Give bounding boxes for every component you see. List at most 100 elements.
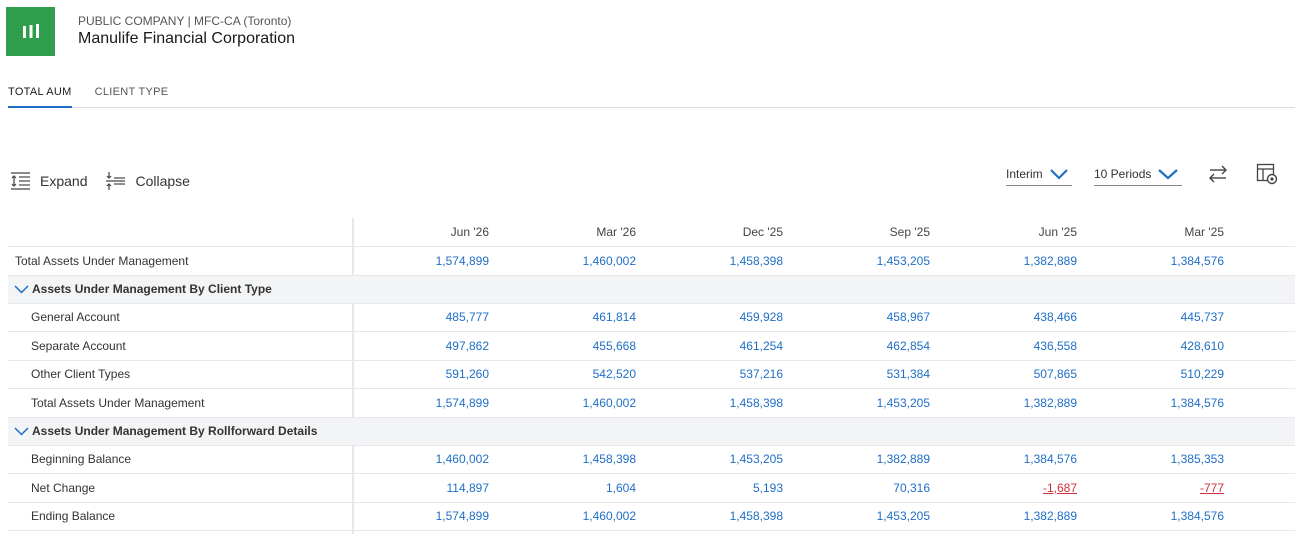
row-label: Ending Balance — [31, 509, 116, 524]
value-cell[interactable]: 1,460,002 — [354, 452, 490, 466]
column-header[interactable]: Dec '25 — [637, 225, 784, 239]
section-label: Assets Under Management By Client Type — [32, 282, 272, 296]
frequency-value: Interim — [1006, 166, 1043, 181]
value-cell[interactable]: 1,460,002 — [490, 254, 637, 268]
value-cell[interactable]: 531,384 — [784, 367, 931, 381]
chevron-down-icon — [1049, 168, 1068, 180]
value-cell[interactable]: 1,604 — [490, 481, 637, 495]
aum-table: Jun '26 Mar '26 Dec '25 Sep '25 Jun '25 … — [8, 218, 1295, 534]
expand-label: Expand — [40, 173, 88, 189]
section-toggle[interactable]: Assets Under Management By Rollforward D… — [8, 424, 354, 438]
section-label: Assets Under Management By Rollforward D… — [32, 424, 318, 438]
table-header-row: Jun '26 Mar '26 Dec '25 Sep '25 Jun '25 … — [8, 218, 1295, 247]
company-header: PUBLIC COMPANY | MFC-CA (Toronto) Manuli… — [6, 6, 295, 56]
swap-axes-button[interactable] — [1206, 162, 1230, 186]
value-cell[interactable]: 1,384,576 — [931, 452, 1078, 466]
company-name: Manulife Financial Corporation — [78, 29, 295, 47]
table-row: Net Change 114,897 1,604 5,193 70,316 -1,687-… — [8, 474, 1295, 503]
frequency-dropdown[interactable]: Interim — [1006, 162, 1072, 186]
section-header-row: Assets Under Management By Rollforward D… — [8, 417, 1295, 446]
value-cell[interactable]: 1,384,576 — [1078, 509, 1225, 523]
value-cell[interactable]: 542,520 — [490, 367, 637, 381]
value-cell[interactable]: 1,574,899 — [354, 254, 490, 268]
row-label: Separate Account — [31, 338, 126, 353]
section-toggle[interactable]: Assets Under Management By Client Type — [8, 282, 354, 296]
value-cell[interactable]: -1,687 — [931, 481, 1078, 495]
value-cell[interactable]: 1,382,889 — [931, 396, 1078, 410]
value-cell[interactable]: 507,865 — [931, 367, 1078, 381]
table-row: Separate Account 497,862 455,668 461,254 462… — [8, 332, 1295, 361]
value-cell[interactable]: 497,862 — [354, 339, 490, 353]
chevron-down-icon — [14, 284, 29, 294]
value-cell[interactable]: 5,193 — [637, 481, 784, 495]
value-cell[interactable]: 1,384,576 — [1078, 254, 1225, 268]
value-cell[interactable]: 1,382,889 — [931, 254, 1078, 268]
periods-value: 10 Periods — [1094, 166, 1152, 181]
column-header[interactable]: Sep '25 — [784, 225, 931, 239]
expand-collapse-toolbar: Expand Collapse — [10, 171, 208, 191]
table-settings-button[interactable] — [1255, 162, 1279, 186]
value-cell[interactable]: 428,610 — [1078, 339, 1225, 353]
table-row: Total Assets Under Management 1,574,899 1,… — [8, 389, 1295, 418]
row-label: Beginning Balance — [31, 452, 132, 467]
value-cell[interactable]: 1,458,398 — [637, 254, 784, 268]
value-cell[interactable]: 1,382,889 — [931, 509, 1078, 523]
row-label: General Account — [31, 310, 120, 325]
value-cell[interactable]: 438,466 — [931, 310, 1078, 324]
value-cell[interactable]: 485,777 — [354, 310, 490, 324]
collapse-icon — [106, 172, 126, 190]
expand-icon — [11, 172, 30, 190]
company-subtitle: PUBLIC COMPANY | MFC-CA (Toronto) — [78, 13, 292, 28]
swap-arrows-icon — [1209, 165, 1227, 183]
value-cell[interactable]: 458,967 — [784, 310, 931, 324]
collapse-label: Collapse — [135, 173, 190, 189]
value-cell[interactable]: 1,574,899 — [354, 396, 490, 410]
collapse-button[interactable]: Collapse — [105, 171, 190, 191]
column-header[interactable]: Mar '25 — [1078, 225, 1225, 239]
value-cell[interactable]: 70,316 — [784, 481, 931, 495]
value-cell[interactable]: 459,928 — [637, 310, 784, 324]
value-cell[interactable]: 537,216 — [637, 367, 784, 381]
value-cell[interactable]: 1,460,002 — [490, 396, 637, 410]
table-row: Total Assets Under Management 1,574,899 1,… — [8, 247, 1295, 276]
value-cell[interactable]: 1,460,002 — [490, 509, 637, 523]
column-header[interactable]: Mar '26 — [490, 225, 637, 239]
value-cell[interactable]: 461,254 — [637, 339, 784, 353]
value-cell[interactable]: 114,897 — [354, 481, 490, 495]
table-row: General Account 485,777 461,814 459,928 458,… — [8, 304, 1295, 332]
chevron-down-icon — [1158, 168, 1179, 179]
value-cell[interactable]: 1,458,398 — [637, 396, 784, 410]
value-cell[interactable]: 1,453,205 — [784, 254, 931, 268]
value-cell[interactable]: 510,229 — [1078, 367, 1225, 381]
column-header[interactable]: Jun '26 — [354, 225, 490, 239]
value-cell[interactable]: 591,260 — [354, 367, 490, 381]
value-cell[interactable]: 1,384,576 — [1078, 396, 1225, 410]
expand-button[interactable]: Expand — [10, 171, 87, 191]
chevron-down-icon — [14, 426, 29, 436]
tab-total-aum[interactable]: TOTAL AUM — [8, 84, 72, 108]
value-cell[interactable]: 455,668 — [490, 339, 637, 353]
tab-client-type[interactable]: CLIENT TYPE — [95, 84, 169, 108]
value-cell[interactable]: 461,814 — [490, 310, 637, 324]
manulife-logo-icon — [6, 6, 55, 56]
value-cell[interactable]: 445,737 — [1078, 310, 1225, 324]
value-cell[interactable]: 1,453,205 — [784, 509, 931, 523]
table-row: Other Client Types 591,260 542,520 537,216 5… — [8, 361, 1295, 389]
value-cell[interactable]: 1,458,398 — [637, 509, 784, 523]
value-cell[interactable]: 1,382,889 — [784, 452, 931, 466]
table-settings-icon — [1256, 163, 1278, 185]
value-cell[interactable]: 1,453,205 — [637, 452, 784, 466]
value-cell[interactable]: 1,453,205 — [784, 396, 931, 410]
table-row: Ending Balance 1,574,899 1,460,002 1,458,39… — [8, 503, 1295, 531]
value-cell[interactable]: 1,385,353 — [1078, 452, 1225, 466]
value-cell[interactable]: 1,574,899 — [354, 509, 490, 523]
column-header[interactable]: Jun '25 — [931, 225, 1078, 239]
table-row: Beginning Balance 1,460,002 1,458,398 1,453… — [8, 446, 1295, 474]
value-cell[interactable]: 436,558 — [931, 339, 1078, 353]
value-cell[interactable]: 1,458,398 — [490, 452, 637, 466]
row-label: Total Assets Under Management — [15, 253, 189, 268]
value-cell[interactable]: -777 — [1078, 481, 1225, 495]
row-label: Other Client Types — [31, 367, 131, 382]
periods-dropdown[interactable]: 10 Periods — [1094, 162, 1182, 186]
value-cell[interactable]: 462,854 — [784, 339, 931, 353]
